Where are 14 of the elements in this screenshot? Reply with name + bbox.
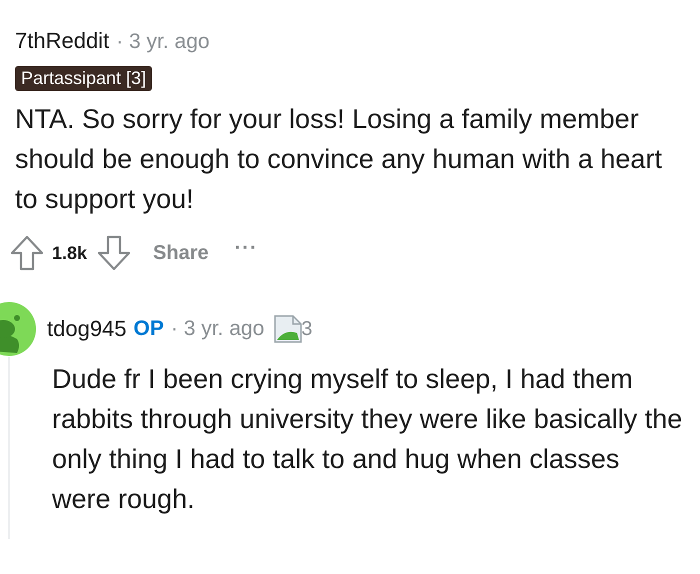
broken-image-icon xyxy=(273,315,304,343)
username[interactable]: tdog945 xyxy=(47,316,127,342)
avatar-icon[interactable] xyxy=(0,301,37,357)
timestamp: · 3 yr. ago xyxy=(170,317,264,341)
comment-text: Dude fr I been crying myself to sleep, I had them rabbits through university they were like basically the only thing I had to talk to and hug when classes were rough. xyxy=(52,363,684,516)
vote-count: 1.8k xyxy=(52,242,88,264)
user-flair: Partassipant [3] xyxy=(15,66,152,91)
upvote-icon[interactable] xyxy=(10,235,44,271)
comment-text: NTA. So sorry for your loss! Losing a family member should be enough to convince any human with a heart to support you! xyxy=(15,103,663,216)
username[interactable]: 7thReddit xyxy=(15,28,110,54)
op-label: OP xyxy=(134,317,164,341)
timestamp: · 3 yr. ago xyxy=(116,30,210,54)
downvote-icon[interactable] xyxy=(97,235,132,271)
image-count: 3 xyxy=(301,318,312,340)
